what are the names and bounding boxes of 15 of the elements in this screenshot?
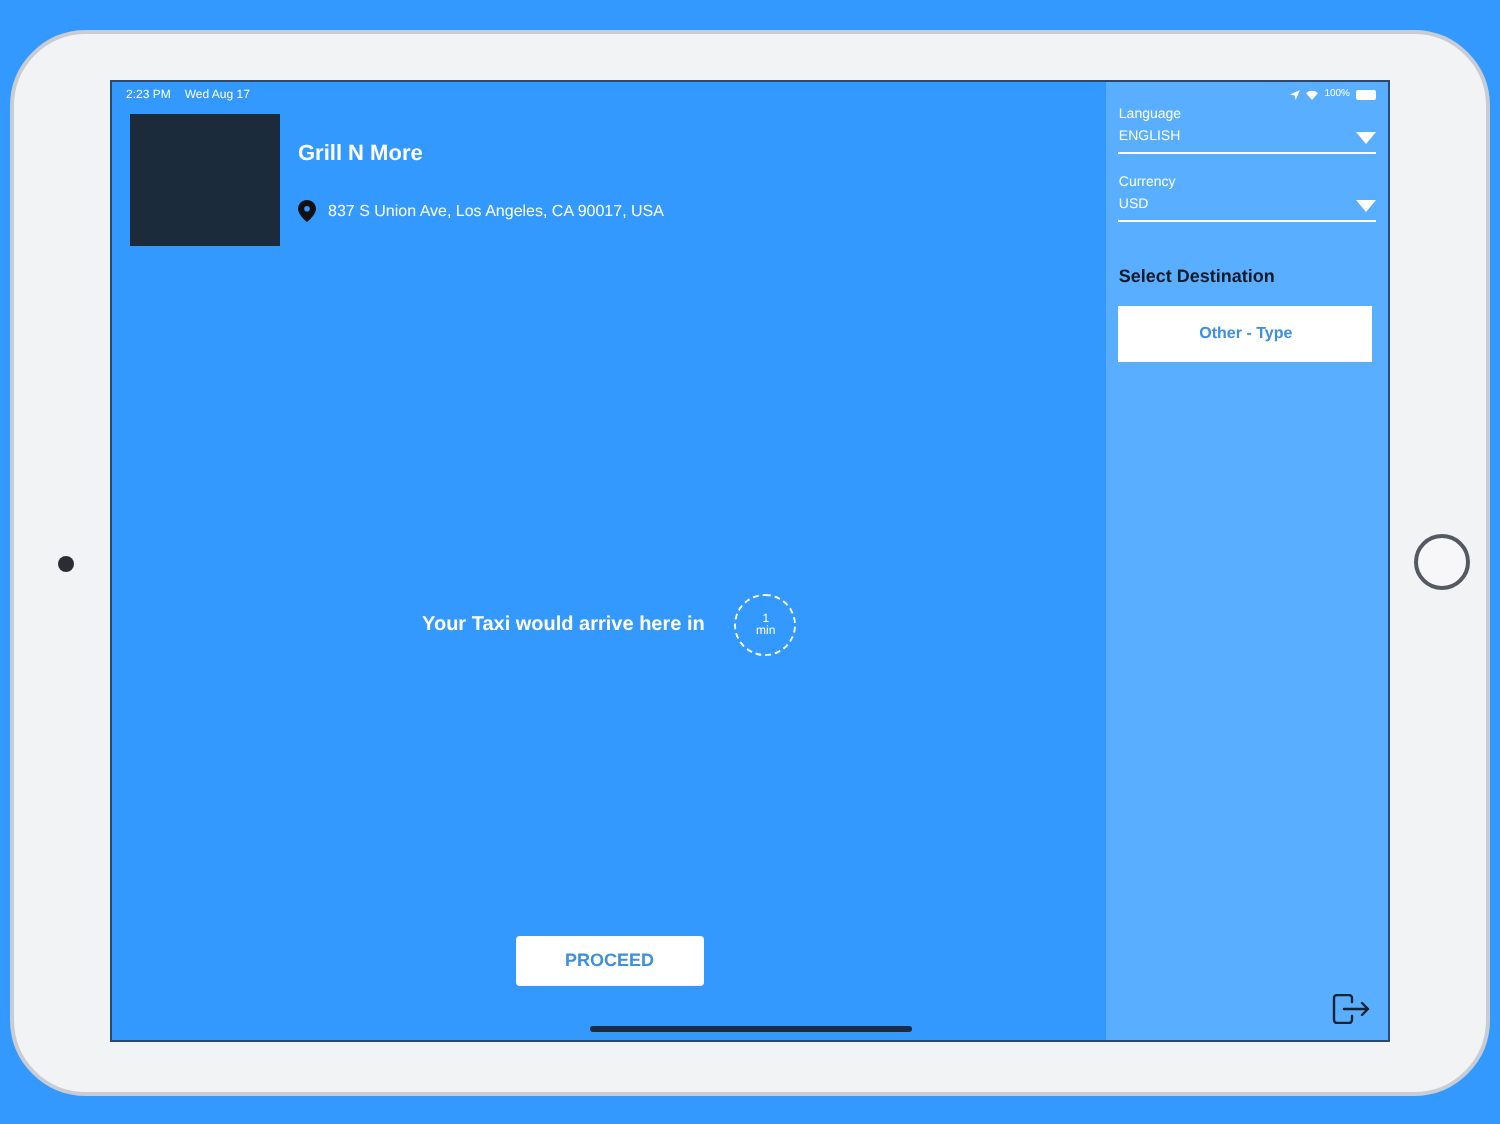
eta-text: Your Taxi would arrive here in bbox=[422, 612, 705, 640]
destination-option[interactable]: Other - Type bbox=[1118, 305, 1373, 361]
caret-icon bbox=[1356, 131, 1376, 144]
location-pin-icon bbox=[298, 200, 316, 222]
proceed-button[interactable]: PROCEED bbox=[515, 936, 704, 986]
home-button[interactable] bbox=[1414, 534, 1470, 590]
battery-icon bbox=[1356, 90, 1376, 100]
destination-heading: Select Destination bbox=[1118, 264, 1277, 290]
venue-name: Grill N More bbox=[298, 140, 425, 170]
location-arrow-icon bbox=[1290, 90, 1301, 100]
caret-icon bbox=[1356, 199, 1376, 212]
camera-icon bbox=[58, 556, 74, 572]
wifi-icon bbox=[1306, 90, 1319, 100]
logout-icon[interactable] bbox=[1332, 994, 1371, 1024]
venue-address: 837 S Union Ave, Los Angeles, CA 90017, USA bbox=[328, 199, 664, 223]
